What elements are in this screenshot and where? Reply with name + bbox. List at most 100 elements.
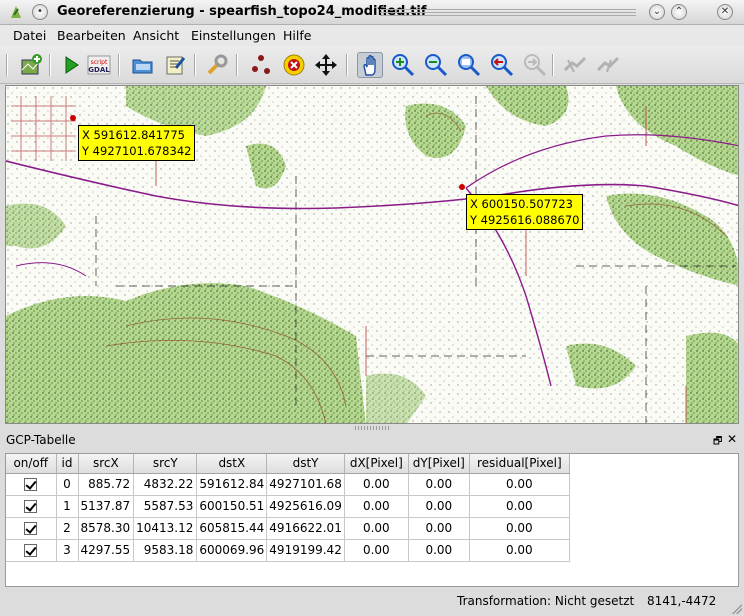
gcp-table: on/off id srcX srcY dstX dstY dX[Pixel] … (6, 454, 570, 562)
col-dy[interactable]: dY[Pixel] (408, 454, 470, 474)
col-srcy[interactable]: srcY (133, 454, 198, 474)
cell-dsty: 4916622.01 (266, 517, 345, 540)
close-panel-icon[interactable]: ✕ (727, 432, 737, 446)
minimize-icon[interactable]: ⌄ (649, 4, 665, 20)
menu-hilfe[interactable]: Hilfe (283, 28, 311, 43)
load-gcp-icon (132, 59, 153, 74)
link-qgis-to-georef-icon (596, 56, 620, 73)
cell-dy: 0.00 (408, 495, 470, 518)
cell-residual: 0.00 (469, 495, 570, 518)
cell-dy: 0.00 (408, 517, 470, 540)
cell-srcx: 4297.55 (78, 539, 135, 562)
gcp-table-header: on/off id srcX srcY dstX dstY dX[Pixel] … (6, 454, 570, 474)
menu-ansicht[interactable]: Ansicht (133, 28, 179, 43)
gcp-marker-1[interactable] (459, 184, 465, 190)
move-point-icon (315, 54, 337, 76)
cell-dx: 0.00 (344, 517, 409, 540)
window-title: Georeferenzierung - spearfish_topo24_mod… (57, 4, 427, 19)
transformation-status: Transformation: Nicht gesetzt (457, 594, 635, 608)
gcp-enabled-checkbox[interactable] (24, 522, 38, 535)
cell-dx: 0.00 (344, 473, 409, 496)
save-gcp-icon (166, 56, 186, 75)
title-bar: • Georeferenzierung - spearfish_topo24_m… (0, 0, 744, 25)
cell-dstx: 591612.84 (196, 473, 268, 496)
gcp-enabled-checkbox[interactable] (24, 544, 38, 557)
gcp-marker-0[interactable] (70, 115, 76, 121)
cell-srcy: 9583.18 (133, 539, 198, 562)
zoom-next-icon (524, 54, 547, 77)
gcp-enabled-checkbox[interactable] (24, 500, 38, 513)
col-dx[interactable]: dX[Pixel] (344, 454, 409, 474)
col-dstx[interactable]: dstX (196, 454, 268, 474)
titlebar-grip (380, 9, 636, 16)
toolbar-separator (194, 54, 196, 76)
cell-dy: 0.00 (408, 539, 470, 562)
panel-splitter[interactable] (355, 426, 389, 430)
col-onoff[interactable]: on/off (6, 454, 57, 474)
resize-grip[interactable] (732, 604, 742, 614)
table-row[interactable]: 0 885.72 4832.22 591612.84 4927101.68 0.… (6, 473, 570, 496)
load-gcp-button[interactable] (130, 52, 156, 78)
col-id[interactable]: id (56, 454, 79, 474)
zoom-next-button[interactable] (522, 52, 548, 78)
cell-dsty: 4919199.42 (266, 539, 345, 562)
start-georeferencing-icon (65, 56, 79, 74)
zoom-to-layer-button[interactable] (456, 52, 482, 78)
map-canvas[interactable]: X 591612.841775 Y 4927101.678342 X 60015… (5, 85, 739, 424)
cell-srcy: 4832.22 (133, 473, 198, 496)
generate-gdal-script-icon: script GDAL (87, 55, 111, 75)
coordinate-readout: 8141,-4472 (647, 594, 717, 608)
generate-gdal-script-button[interactable]: script GDAL (86, 52, 112, 78)
save-gcp-button[interactable] (162, 52, 188, 78)
cell-residual: 0.00 (469, 473, 570, 496)
maximize-icon[interactable]: ⌃ (671, 4, 687, 20)
open-raster-button[interactable] (18, 52, 44, 78)
pan-button[interactable] (357, 52, 383, 78)
cell-residual: 0.00 (469, 539, 570, 562)
table-row[interactable]: 2 8578.30 10413.12 605815.44 4916622.01 … (6, 517, 570, 540)
add-point-button[interactable] (248, 52, 274, 78)
open-raster-icon (21, 54, 42, 75)
window-menu-icon[interactable]: • (32, 4, 48, 20)
link-georef-to-qgis-button[interactable] (562, 52, 588, 78)
delete-point-button[interactable] (281, 52, 307, 78)
cell-dy: 0.00 (408, 473, 470, 496)
table-row[interactable]: 1 5137.87 5587.53 600150.51 4925616.09 0… (6, 495, 570, 518)
cell-srcy: 5587.53 (133, 495, 198, 518)
cell-dstx: 600150.51 (196, 495, 268, 518)
status-bar: Transformation: Nicht gesetzt 8141,-4472 (0, 589, 744, 616)
gdal-label: GDAL (88, 66, 110, 74)
gcp-enabled-checkbox[interactable] (24, 478, 38, 491)
cell-dstx: 605815.44 (196, 517, 268, 540)
zoom-in-icon (392, 54, 415, 77)
toolbar-separator (118, 54, 120, 76)
col-srcx[interactable]: srcX (78, 454, 135, 474)
start-georeferencing-button[interactable] (58, 52, 84, 78)
script-label: script (91, 59, 108, 66)
table-row[interactable]: 3 4297.55 9583.18 600069.96 4919199.42 0… (6, 539, 570, 562)
link-qgis-to-georef-button[interactable] (595, 52, 621, 78)
col-residual[interactable]: residual[Pixel] (469, 454, 570, 474)
move-point-button[interactable] (313, 52, 339, 78)
col-dsty[interactable]: dstY (266, 454, 345, 474)
menu-datei[interactable]: Datei (13, 28, 46, 43)
cell-dsty: 4925616.09 (266, 495, 345, 518)
menu-einstellungen[interactable]: Einstellungen (191, 28, 276, 43)
toolbar-separator (49, 54, 51, 76)
float-panel-icon[interactable]: 🗗 (713, 434, 722, 451)
menu-bearbeiten[interactable]: Bearbeiten (57, 28, 126, 43)
close-icon[interactable]: ✕ (717, 4, 733, 20)
toolbar-handle (6, 54, 8, 76)
zoom-out-button[interactable] (423, 52, 449, 78)
cell-dx: 0.00 (344, 539, 409, 562)
cell-id: 1 (56, 495, 79, 518)
gcp-label-1-y: Y 4925616.088670 (470, 213, 580, 227)
transformation-settings-button[interactable] (204, 52, 230, 78)
toolbar-separator (346, 54, 348, 76)
zoom-out-icon (425, 54, 448, 77)
zoom-last-button[interactable] (489, 52, 515, 78)
toolbar: script GDAL (0, 46, 744, 84)
zoom-in-button[interactable] (390, 52, 416, 78)
pan-icon (363, 54, 376, 76)
gcp-panel-title: GCP-Tabelle (6, 433, 76, 447)
